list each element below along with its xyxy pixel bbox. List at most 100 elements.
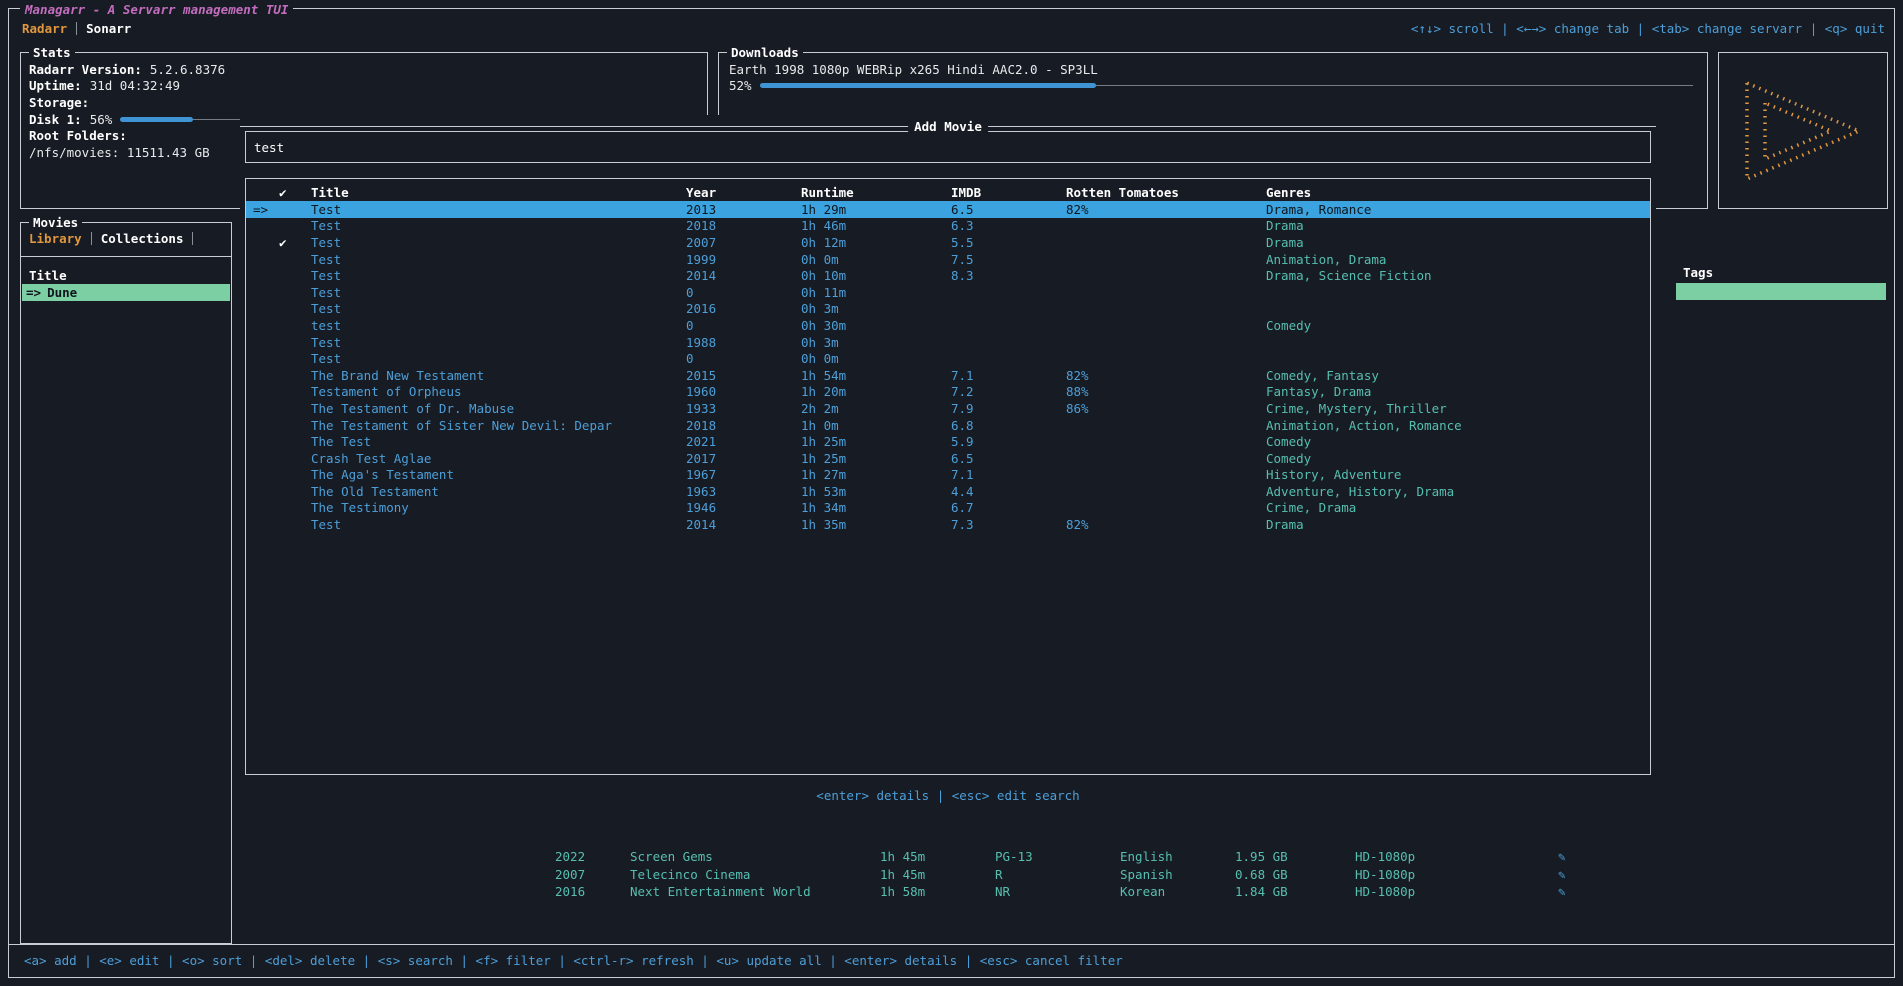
cell-year: 2014 (686, 267, 801, 284)
cell-runtime: 2h 2m (801, 400, 951, 417)
bottom-divider (8, 944, 1895, 945)
stat-uptime-value: 31d 04:32:49 (90, 77, 180, 94)
cell-year: 2016 (555, 883, 630, 900)
cell-runtime: 1h 53m (801, 483, 951, 500)
movie-list-item[interactable]: Lights Out (22, 675, 230, 692)
results-table-header: ✔ Title Year Runtime IMDB Rotten Tomatoe… (246, 184, 1650, 201)
search-result-row[interactable]: Test 2014 0h 10m 8.3 Drama, Science Fict… (246, 267, 1650, 284)
cell-quality: HD-1080p (1355, 848, 1558, 865)
cell-year: 1933 (686, 400, 801, 417)
tab-radarr[interactable]: Radarr (22, 20, 67, 37)
movie-search-input[interactable]: test (245, 131, 1651, 163)
search-result-row[interactable]: Test 1988 0h 3m (246, 334, 1650, 351)
movie-list-item[interactable]: Firestarter (22, 641, 230, 658)
search-result-row[interactable]: Test 1999 0h 0m 7.5 Animation, Drama (246, 251, 1650, 268)
search-result-row[interactable]: test 0 0h 30m Comedy (246, 317, 1650, 334)
add-movie-modal: Add Movie test ✔ Title Year Runtime IMDB… (240, 115, 1656, 815)
cell-imdb: 6.7 (951, 499, 1066, 516)
tab-collections[interactable]: Collections (101, 230, 184, 247)
library-table-row[interactable]: 2016 Next Entertainment World 1h 58m NR … (240, 883, 1660, 900)
search-result-row[interactable]: The Old Testament 1963 1h 53m 4.4 Advent… (246, 483, 1650, 500)
movie-list-item[interactable]: The Orphanage (22, 743, 230, 760)
movie-list-item[interactable]: The Conjuring 2 (22, 318, 230, 335)
download-progress: 52% (729, 78, 1693, 95)
movie-list-item[interactable]: mother! (22, 607, 230, 624)
title-column-header: Title (29, 267, 67, 284)
search-result-row[interactable]: Test 0 0h 0m (246, 350, 1650, 367)
search-result-row[interactable]: Test 2014 1h 35m 7.3 82% Drama (246, 516, 1650, 533)
movie-list-item[interactable]: A Quiet Place (22, 471, 230, 488)
movie-list-item[interactable]: Sinister (22, 522, 230, 539)
stat-disk-percent: 56% (90, 111, 113, 128)
download-progress-gauge (760, 81, 1693, 90)
cell-title: Test (311, 300, 686, 317)
cell-genres: Comedy, Fantasy (1266, 367, 1650, 384)
library-table-row[interactable]: 2007 Telecinco Cinema 1h 45m R Spanish 0… (240, 865, 1660, 882)
cell-runtime: 1h 0m (801, 417, 951, 434)
movie-list-item[interactable]: Sinister 2 (22, 539, 230, 556)
movie-list-item[interactable]: The Conjuring (22, 301, 230, 318)
cell-imdb: 6.5 (951, 201, 1066, 218)
movie-list-item[interactable]: 1408 (22, 692, 230, 709)
movie-title: Dune (47, 284, 77, 301)
movie-list-item[interactable]: The Witch (22, 505, 230, 522)
tab-sonarr[interactable]: Sonarr (86, 20, 131, 37)
cell-title: Test (311, 217, 686, 234)
movie-list-item[interactable]: The Conjuring: The De (22, 335, 230, 352)
movie-list-item[interactable]: The Thing (22, 386, 230, 403)
movie-list-item[interactable]: Alien (22, 403, 230, 420)
search-result-row[interactable]: Test 2018 1h 46m 6.3 Drama (246, 218, 1650, 235)
movie-list-item[interactable]: Train to Busan (22, 760, 230, 777)
tab-library[interactable]: Library (29, 230, 82, 247)
modal-keybind-hints: <enter> details | <esc> edit search (240, 787, 1656, 804)
movie-list-item[interactable]: Gone with the Wind (22, 454, 230, 471)
search-result-row[interactable]: Crash Test Aglae 2017 1h 25m 6.5 Comedy (246, 450, 1650, 467)
search-result-row[interactable]: ✔ Test 2007 0h 12m 5.5 Drama (246, 234, 1650, 251)
cell-language: Spanish (1120, 866, 1235, 883)
cell-year: 1988 (686, 334, 801, 351)
cell-rotten-tomatoes: 88% (1066, 383, 1266, 400)
search-result-row[interactable]: The Aga's Testament 1967 1h 27m 7.1 Hist… (246, 467, 1650, 484)
stat-storage: Storage: (29, 94, 699, 111)
cell-title: Crash Test Aglae (311, 450, 686, 467)
download-percent: 52% (729, 77, 752, 94)
movie-list-item[interactable]: Slender Man (22, 573, 230, 590)
movie-list-item[interactable]: A Quiet Place Part II (22, 488, 230, 505)
search-result-row[interactable]: The Brand New Testament 2015 1h 54m 7.1 … (246, 367, 1650, 384)
movie-list-item[interactable]: Inception (22, 352, 230, 369)
search-result-row[interactable]: => Test 2013 1h 29m 6.5 82% Drama, Roman… (246, 201, 1650, 218)
library-rows-host: 2022 Screen Gems 1h 45m PG-13 English 1.… (240, 848, 1660, 900)
header-title: Title (311, 184, 686, 201)
search-result-row[interactable]: The Testament of Sister New Devil: Depar… (246, 417, 1650, 434)
search-result-row[interactable]: The Test 2021 1h 25m 5.9 Comedy (246, 433, 1650, 450)
movie-list-item[interactable]: Incantation (22, 624, 230, 641)
tags-selected-row[interactable] (1676, 283, 1886, 300)
search-result-row[interactable]: Test 2016 0h 3m (246, 301, 1650, 318)
cell-imdb: 7.1 (951, 466, 1066, 483)
movie-list-item-selected[interactable]: => Dune (22, 284, 230, 301)
cell-title: The Testament of Dr. Mabuse (311, 400, 686, 417)
cell-studio: Screen Gems (630, 848, 880, 865)
search-result-row[interactable]: Test 0 0h 11m (246, 284, 1650, 301)
cell-imdb: 7.1 (951, 367, 1066, 384)
movie-list-item[interactable]: The Martian (22, 369, 230, 386)
cell-certification: PG-13 (995, 848, 1120, 865)
cell-year: 2017 (686, 450, 801, 467)
movie-list-item[interactable]: Ma (22, 590, 230, 607)
cell-genres: Drama (1266, 217, 1650, 234)
cell-runtime: 1h 29m (801, 201, 951, 218)
cell-title: The Test (311, 433, 686, 450)
library-table-row[interactable]: 2022 Screen Gems 1h 45m PG-13 English 1.… (240, 848, 1660, 865)
stat-version-value: 5.2.6.8376 (150, 61, 225, 78)
movie-list-item[interactable]: The Girl with All the (22, 709, 230, 726)
search-result-row[interactable]: The Testament of Dr. Mabuse 1933 2h 2m 7… (246, 400, 1650, 417)
movie-list-item[interactable]: Us (22, 556, 230, 573)
search-result-row[interactable]: The Testimony 1946 1h 34m 6.7 Crime, Dra… (246, 500, 1650, 517)
movie-list-item[interactable]: Nope (22, 437, 230, 454)
movie-list-item[interactable]: The Invitation (22, 726, 230, 743)
movie-list-item[interactable]: Life (22, 420, 230, 437)
cell-runtime: 0h 3m (801, 300, 951, 317)
cell-size: 0.68 GB (1235, 866, 1355, 883)
movie-list-item[interactable]: Misery (22, 658, 230, 675)
search-result-row[interactable]: Testament of Orpheus 1960 1h 20m 7.2 88%… (246, 384, 1650, 401)
